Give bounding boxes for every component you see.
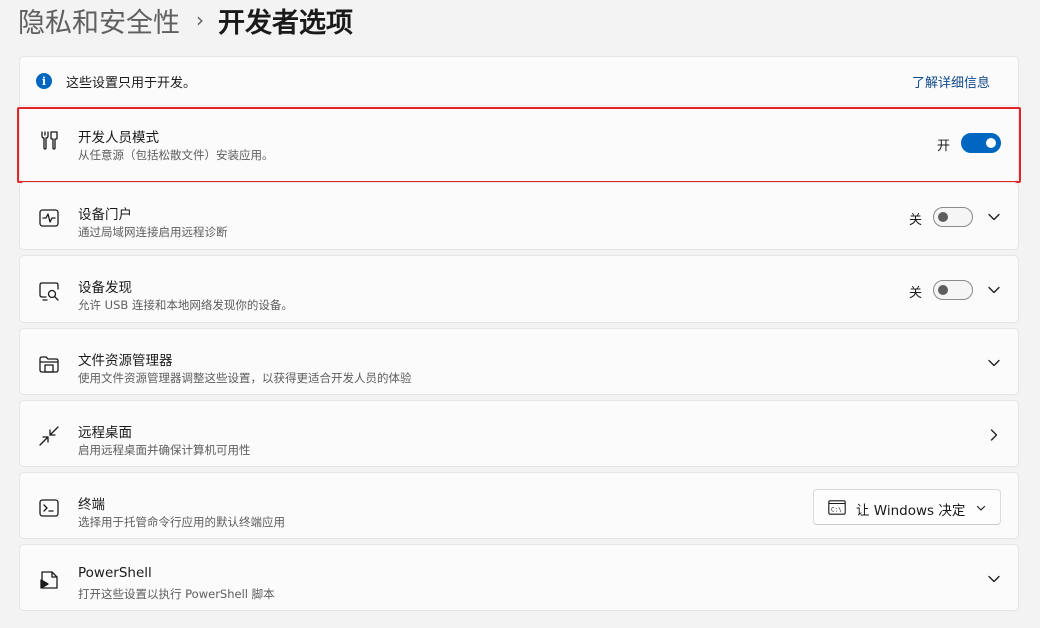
divider — [20, 105, 1018, 106]
toggle-state-label: 开 — [936, 139, 950, 154]
dropdown-value: 让 Windows 决定 — [856, 503, 966, 519]
toggle-knob — [986, 138, 996, 148]
pulse-monitor-icon — [39, 209, 59, 227]
developer-mode-card: i 这些设置只用于开发。 了解详细信息 开发人员模式 从任意源（包括松散文件）安… — [19, 56, 1019, 182]
toggle-knob — [938, 212, 948, 222]
row-title: PowerShell — [78, 565, 152, 581]
row-description: 使用文件资源管理器调整这些设置，以获得更适合开发人员的体验 — [78, 371, 412, 385]
chevron-down-icon[interactable] — [987, 210, 1001, 224]
chevron-down-icon[interactable] — [987, 283, 1001, 297]
chevron-down-icon[interactable] — [987, 572, 1001, 586]
row-description: 允许 USB 连接和本地网络发现你的设备。 — [78, 298, 293, 312]
info-text: 这些设置只用于开发。 — [66, 76, 197, 91]
page-title: 开发者选项 — [218, 7, 353, 39]
row-description: 从任意源（包括松散文件）安装应用。 — [78, 148, 274, 162]
powershell-card[interactable]: PowerShell 打开这些设置以执行 PowerShell 脚本 — [19, 544, 1019, 611]
device-search-icon — [39, 282, 59, 301]
toggle-state-label: 关 — [908, 213, 922, 228]
row-description: 选择用于托管命令行应用的默认终端应用 — [78, 515, 285, 529]
remote-desktop-card[interactable]: 远程桌面 启用远程桌面并确保计算机可用性 — [19, 400, 1019, 467]
learn-more-link[interactable]: 了解详细信息 — [912, 72, 990, 91]
device-discovery-row[interactable]: 设备发现 允许 USB 连接和本地网络发现你的设备。 关 — [20, 256, 1018, 324]
breadcrumb-separator-icon: › — [196, 8, 204, 32]
folder-icon — [39, 356, 59, 373]
chevron-down-icon[interactable] — [987, 356, 1001, 370]
device-portal-row[interactable]: 设备门户 通过局域网连接启用远程诊断 关 — [20, 183, 1018, 251]
row-title: 设备门户 — [78, 207, 132, 223]
settings-page: 隐私和安全性 › 开发者选项 i 这些设置只用于开发。 了解详细信息 开发人员模… — [0, 0, 1040, 628]
remote-desktop-row[interactable]: 远程桌面 启用远程桌面并确保计算机可用性 — [20, 401, 1018, 469]
file-explorer-row[interactable]: 文件资源管理器 使用文件资源管理器调整这些设置，以获得更适合开发人员的体验 — [20, 329, 1018, 397]
info-bar: i 这些设置只用于开发。 了解详细信息 — [20, 57, 1018, 105]
device-portal-toggle[interactable] — [933, 207, 973, 227]
powershell-row[interactable]: PowerShell 打开这些设置以执行 PowerShell 脚本 — [20, 545, 1018, 613]
row-description: 启用远程桌面并确保计算机可用性 — [78, 443, 251, 457]
developer-mode-toggle[interactable] — [961, 133, 1001, 153]
device-portal-card[interactable]: 设备门户 通过局域网连接启用远程诊断 关 — [19, 182, 1019, 250]
row-title: 开发人员模式 — [78, 130, 159, 146]
chevron-right-icon[interactable] — [987, 428, 1001, 442]
toggle-state-label: 关 — [908, 286, 922, 301]
terminal-card: 终端 选择用于托管命令行应用的默认终端应用 C:\ 让 Windows 决定 — [19, 472, 1019, 539]
breadcrumb-parent-link[interactable]: 隐私和安全性 — [18, 1, 180, 40]
row-description: 通过局域网连接启用远程诊断 — [78, 225, 228, 239]
row-title: 设备发现 — [78, 280, 132, 296]
svg-text:C:\: C:\ — [831, 507, 842, 514]
row-title: 远程桌面 — [78, 425, 132, 441]
remote-desktop-icon — [39, 426, 59, 446]
toggle-knob — [938, 285, 948, 295]
device-discovery-card[interactable]: 设备发现 允许 USB 连接和本地网络发现你的设备。 关 — [19, 255, 1019, 323]
console-window-icon: C:\ — [828, 500, 846, 515]
device-discovery-toggle[interactable] — [933, 280, 973, 300]
default-terminal-dropdown[interactable]: C:\ 让 Windows 决定 — [813, 489, 1001, 525]
terminal-icon — [39, 499, 59, 517]
row-title: 文件资源管理器 — [78, 353, 173, 369]
developer-tools-icon — [41, 131, 58, 150]
file-explorer-card[interactable]: 文件资源管理器 使用文件资源管理器调整这些设置，以获得更适合开发人员的体验 — [19, 328, 1019, 395]
powershell-icon — [40, 571, 58, 589]
row-description: 打开这些设置以执行 PowerShell 脚本 — [78, 587, 275, 601]
info-icon: i — [36, 73, 52, 89]
chevron-down-icon — [976, 505, 986, 511]
row-title: 终端 — [78, 497, 105, 513]
developer-mode-row[interactable]: 开发人员模式 从任意源（包括松散文件）安装应用。 开 — [20, 113, 1018, 181]
breadcrumb: 隐私和安全性 › 开发者选项 — [18, 0, 353, 40]
terminal-row: 终端 选择用于托管命令行应用的默认终端应用 C:\ 让 Windows 决定 — [20, 473, 1018, 541]
